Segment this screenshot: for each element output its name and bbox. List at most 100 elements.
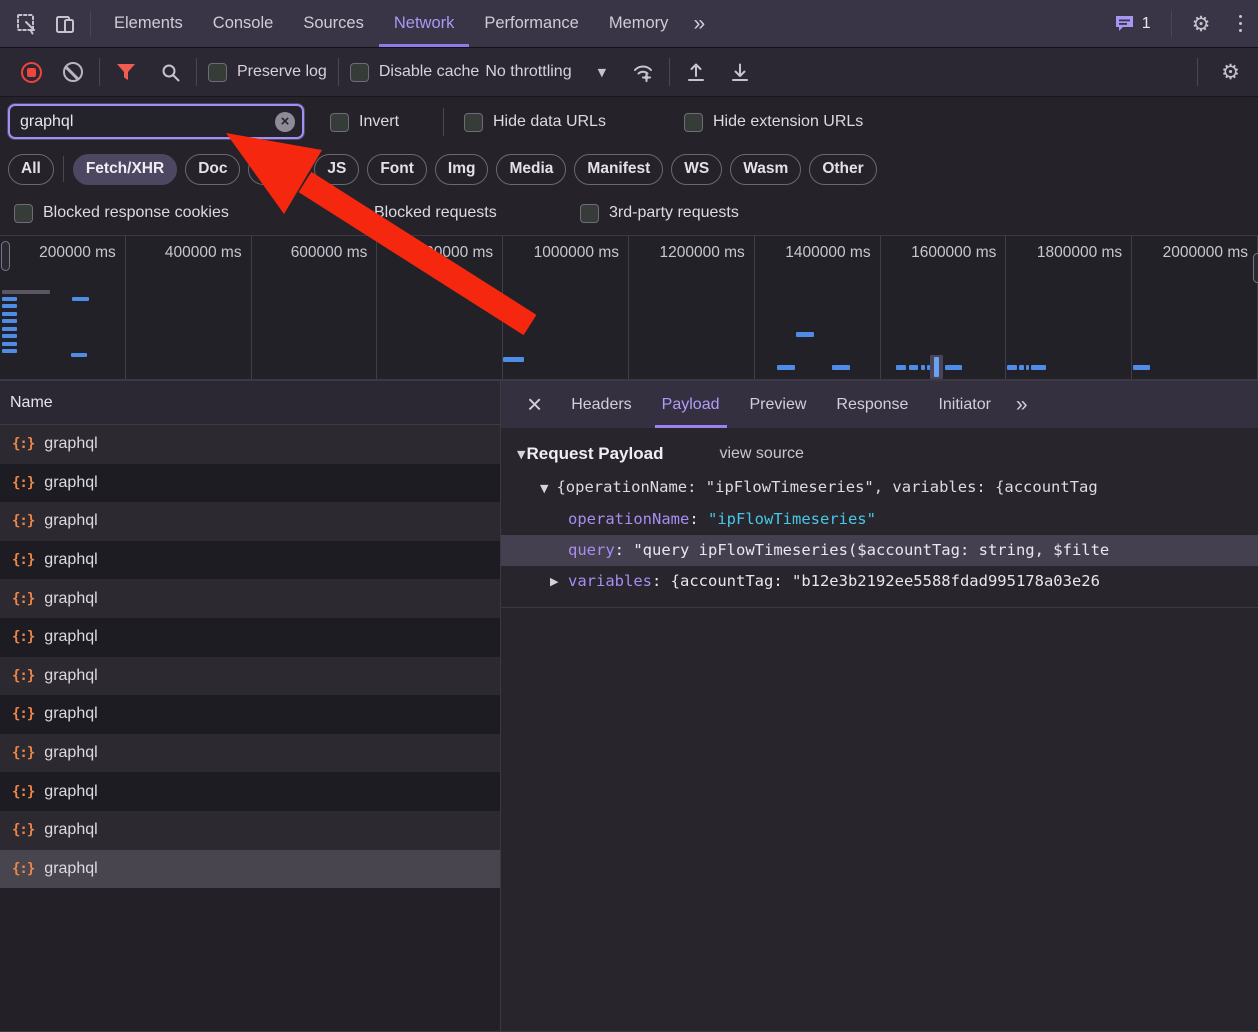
request-row[interactable]: {:}graphql bbox=[0, 772, 500, 811]
payload-value: "ipFlowTimeseries" bbox=[708, 510, 876, 528]
tab-performance[interactable]: Performance bbox=[469, 0, 593, 47]
request-name: graphql bbox=[44, 628, 97, 646]
type-filter-img[interactable]: Img bbox=[435, 154, 489, 185]
request-row[interactable]: {:}graphql bbox=[0, 502, 500, 541]
hide-extension-urls-checkbox[interactable] bbox=[684, 113, 703, 132]
inspect-element-icon[interactable] bbox=[10, 7, 44, 41]
tab-elements[interactable]: Elements bbox=[99, 0, 198, 47]
request-timeline-bar bbox=[72, 297, 89, 301]
hide-extension-urls-toggle: Hide extension URLs bbox=[684, 97, 863, 147]
throttling-select[interactable]: No throttling ▼ bbox=[485, 63, 606, 81]
payload-entry-row[interactable]: ▶variables: {accountTag: "b12e3b2192ee55… bbox=[501, 566, 1258, 597]
invert-checkbox[interactable] bbox=[330, 113, 349, 132]
request-name: graphql bbox=[44, 551, 97, 569]
request-timeline-bar bbox=[2, 297, 17, 301]
request-row[interactable]: {:}graphql bbox=[0, 811, 500, 850]
divider bbox=[1171, 11, 1172, 37]
preserve-log-label: Preserve log bbox=[237, 63, 327, 81]
payload-entry-row[interactable]: operationName: "ipFlowTimeseries" bbox=[501, 504, 1258, 535]
payload-preview-line[interactable]: ▼{operationName: "ipFlowTimeseries", var… bbox=[501, 472, 1258, 504]
timeline-scroll-handle-left[interactable] bbox=[1, 241, 10, 271]
details-more-tabs-chevron-icon[interactable]: » bbox=[1006, 381, 1036, 428]
request-timeline-bar bbox=[2, 334, 17, 338]
record-network-log-button[interactable] bbox=[16, 57, 46, 87]
disable-cache-checkbox[interactable] bbox=[350, 63, 369, 82]
third-party-checkbox[interactable] bbox=[580, 204, 599, 223]
request-name: graphql bbox=[44, 821, 97, 839]
tab-network[interactable]: Network bbox=[379, 0, 470, 47]
request-row[interactable]: {:}graphql bbox=[0, 425, 500, 464]
timeline-column: 400000 ms bbox=[126, 236, 252, 380]
type-filter-other[interactable]: Other bbox=[809, 154, 876, 185]
third-party-label: 3rd-party requests bbox=[609, 204, 739, 222]
request-row[interactable]: {:}graphql bbox=[0, 541, 500, 580]
type-filter-manifest[interactable]: Manifest bbox=[574, 154, 663, 185]
more-options-icon[interactable] bbox=[1223, 0, 1258, 47]
hide-data-urls-checkbox[interactable] bbox=[464, 113, 483, 132]
network-overview-timeline[interactable]: 200000 ms400000 ms600000 ms800000 ms1000… bbox=[0, 235, 1258, 380]
blocked-cookies-label: Blocked response cookies bbox=[43, 204, 229, 222]
network-filter-row: × Invert Hide data URLs Hide extension U… bbox=[0, 97, 1258, 147]
preserve-log-checkbox[interactable] bbox=[208, 63, 227, 82]
request-row[interactable]: {:} graphql bbox=[0, 464, 500, 503]
colon: : bbox=[689, 510, 708, 528]
blocked-requests-checkbox[interactable] bbox=[345, 204, 364, 223]
clear-filter-icon[interactable]: × bbox=[275, 112, 295, 132]
type-filter-fetch-xhr[interactable]: Fetch/XHR bbox=[73, 154, 177, 185]
devtools-window: ElementsConsoleSourcesNetworkPerformance… bbox=[0, 0, 1258, 1032]
import-har-icon[interactable] bbox=[681, 57, 711, 87]
view-source-link[interactable]: view source bbox=[719, 445, 803, 463]
close-icon[interactable]: × bbox=[513, 381, 556, 428]
request-row[interactable]: {:}graphql bbox=[0, 657, 500, 696]
type-filter-media[interactable]: Media bbox=[496, 154, 566, 185]
type-filter-doc[interactable]: Doc bbox=[185, 154, 240, 185]
triangle-right-icon[interactable]: ▶ bbox=[550, 566, 558, 597]
more-tabs-chevron-icon[interactable]: » bbox=[683, 0, 713, 47]
json-braces-icon: {:} bbox=[12, 475, 34, 491]
clear-network-log-button[interactable] bbox=[58, 57, 88, 87]
filter-funnel-icon[interactable] bbox=[111, 57, 141, 87]
json-braces-icon: {:} bbox=[12, 591, 34, 607]
network-conditions-icon[interactable] bbox=[628, 57, 658, 87]
payload-entry-row[interactable]: query: "query ipFlowTimeseries($accountT… bbox=[501, 535, 1258, 566]
timeline-scroll-handle-right[interactable] bbox=[1253, 253, 1258, 283]
request-payload-section: ▼ Request Payload view source bbox=[517, 444, 1258, 464]
triangle-down-icon[interactable]: ▼ bbox=[517, 448, 525, 461]
request-row[interactable]: {:}graphql bbox=[0, 579, 500, 618]
chevron-down-icon: ▼ bbox=[598, 66, 606, 79]
name-column-header[interactable]: Name bbox=[0, 380, 500, 425]
issues-button[interactable]: 1 bbox=[1102, 0, 1163, 47]
type-filter-all[interactable]: All bbox=[8, 154, 54, 185]
request-row[interactable]: {:}graphql bbox=[0, 850, 500, 889]
tab-memory[interactable]: Memory bbox=[594, 0, 684, 47]
details-tab-preview[interactable]: Preview bbox=[735, 381, 822, 428]
request-row[interactable]: {:}graphql bbox=[0, 734, 500, 773]
type-filter-ws[interactable]: WS bbox=[671, 154, 722, 185]
type-filter-js[interactable]: JS bbox=[314, 154, 359, 185]
divider bbox=[196, 58, 197, 86]
timeline-tick-label: 600000 ms bbox=[291, 244, 368, 262]
network-settings-gear-icon[interactable]: ⚙ bbox=[1209, 60, 1252, 84]
details-tab-payload[interactable]: Payload bbox=[647, 381, 735, 428]
filter-input[interactable] bbox=[10, 113, 275, 131]
type-filter-wasm[interactable]: Wasm bbox=[730, 154, 801, 185]
details-tab-response[interactable]: Response bbox=[821, 381, 923, 428]
request-name: graphql bbox=[44, 474, 97, 492]
request-name: graphql bbox=[44, 783, 97, 801]
hide-data-urls-label: Hide data URLs bbox=[493, 113, 606, 131]
request-row[interactable]: {:}graphql bbox=[0, 618, 500, 657]
request-row[interactable]: {:}graphql bbox=[0, 695, 500, 734]
blocked-cookies-checkbox[interactable] bbox=[14, 204, 33, 223]
request-timeline-bar bbox=[1133, 365, 1150, 370]
export-har-icon[interactable] bbox=[725, 57, 755, 87]
type-filter-font[interactable]: Font bbox=[367, 154, 427, 185]
tab-console[interactable]: Console bbox=[198, 0, 289, 47]
details-tab-initiator[interactable]: Initiator bbox=[923, 381, 1005, 428]
tab-sources[interactable]: Sources bbox=[288, 0, 379, 47]
search-icon[interactable] bbox=[155, 57, 185, 87]
timeline-tick-label: 1600000 ms bbox=[911, 244, 996, 262]
device-toolbar-icon[interactable] bbox=[48, 7, 82, 41]
details-tab-headers[interactable]: Headers bbox=[556, 381, 646, 428]
type-filter-css[interactable]: CSS bbox=[248, 154, 306, 185]
settings-gear-icon[interactable]: ⚙ bbox=[1180, 0, 1223, 47]
